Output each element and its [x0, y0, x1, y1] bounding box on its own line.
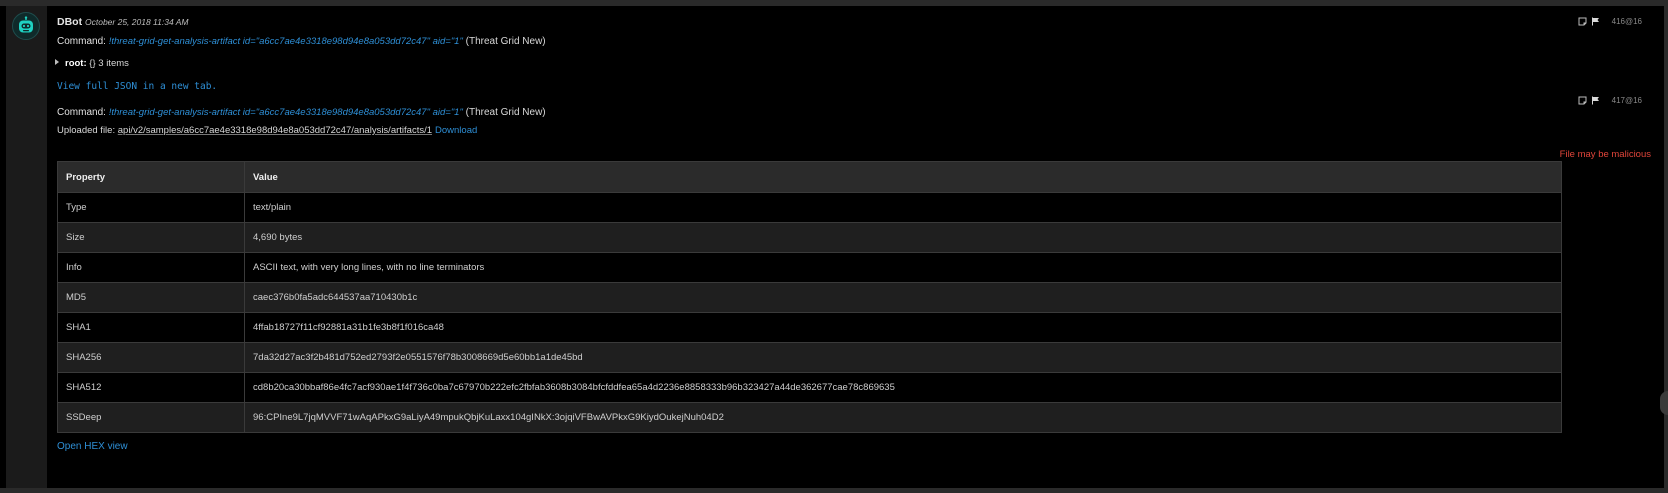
war-room-entry: DBot October 25, 2018 11:34 AM 416@16 Co…	[47, 6, 1664, 488]
column-header-property: Property	[57, 161, 245, 193]
json-root-summary: {} 3 items	[89, 58, 129, 69]
flag-icon[interactable]	[1591, 17, 1600, 26]
table-row: SHA512 cd8b20ca30bbaf86e4fc7acf930ae1f4f…	[57, 372, 1562, 403]
command-label: Command:	[57, 36, 106, 47]
command-text[interactable]: !threat-grid-get-analysis-artifact id="a…	[109, 107, 463, 118]
view-full-json-link[interactable]: View full JSON in a new tab.	[57, 81, 217, 92]
dbot-avatar	[12, 12, 40, 40]
table-row: Type text/plain	[57, 192, 1562, 223]
table-row: SHA1 4ffab18727f11cf92881a31b1fe3b8f1f01…	[57, 312, 1562, 343]
malicious-warning: File may be malicious	[1559, 149, 1651, 160]
uploaded-file-path[interactable]: api/v2/samples/a6cc7ae4e3318e98d94e8a053…	[118, 125, 432, 136]
value-cell: caec376b0fa5adc644537aa710430b1c	[244, 282, 1562, 313]
window-bottom-bar	[0, 488, 1668, 493]
uploaded-file-label: Uploaded file:	[57, 125, 116, 136]
table-row: MD5 caec376b0fa5adc644537aa710430b1c	[57, 282, 1562, 313]
entry-timestamp: October 25, 2018 11:34 AM	[85, 17, 189, 27]
property-cell: Type	[57, 192, 245, 223]
open-hex-view-link[interactable]: Open HEX view	[57, 441, 128, 452]
window-right-edge	[1664, 0, 1668, 493]
note-icon[interactable]	[1578, 96, 1587, 105]
table-row: SSDeep 96:CPIne9L7jqMVVF71wAqAPkxG9aLiyA…	[57, 402, 1562, 433]
entry-id: 417@16	[1611, 96, 1642, 105]
json-tree-root[interactable]: root: {} 3 items	[55, 58, 129, 69]
bot-name: DBot	[57, 16, 83, 28]
entry-tools-2: 417@16	[1578, 96, 1642, 105]
command-label: Command:	[57, 107, 106, 118]
property-cell: Size	[57, 222, 245, 253]
uploaded-file-row: Uploaded file: api/v2/samples/a6cc7ae4e3…	[57, 125, 477, 136]
download-link[interactable]: Download	[435, 125, 477, 136]
entry-id: 416@16	[1611, 17, 1642, 26]
file-properties-table: Property Value Type text/plain Size 4,69…	[57, 161, 1562, 433]
command-text[interactable]: !threat-grid-get-analysis-artifact id="a…	[109, 36, 463, 47]
table-row: Size 4,690 bytes	[57, 222, 1562, 253]
entry-tools-1: 416@16	[1578, 17, 1642, 26]
property-cell: SHA256	[57, 342, 245, 373]
flag-icon[interactable]	[1591, 96, 1600, 105]
value-cell: cd8b20ca30bbaf86e4fc7acf930ae1f4f736c0ba…	[244, 372, 1562, 403]
scroll-handle[interactable]	[1660, 391, 1668, 415]
value-cell: ASCII text, with very long lines, with n…	[244, 252, 1562, 283]
table-header-row: Property Value	[57, 161, 1562, 193]
caret-right-icon[interactable]	[55, 59, 59, 65]
value-cell: text/plain	[244, 192, 1562, 223]
value-cell: 96:CPIne9L7jqMVVF71wAqAPkxG9aLiyA49mpukQ…	[244, 402, 1562, 433]
command-line-2: Command: !threat-grid-get-analysis-artif…	[57, 107, 546, 118]
command-line-1: Command: !threat-grid-get-analysis-artif…	[57, 36, 546, 47]
value-cell: 4,690 bytes	[244, 222, 1562, 253]
note-icon[interactable]	[1578, 17, 1587, 26]
avatar-gutter	[6, 6, 47, 488]
integration-name: (Threat Grid New)	[465, 36, 546, 47]
column-header-value: Value	[244, 161, 1562, 193]
value-cell: 7da32d27ac3f2b481d752ed2793f2e0551576f78…	[244, 342, 1562, 373]
table-row: SHA256 7da32d27ac3f2b481d752ed2793f2e055…	[57, 342, 1562, 373]
table-row: Info ASCII text, with very long lines, w…	[57, 252, 1562, 283]
json-root-key: root:	[65, 58, 87, 69]
property-cell: SSDeep	[57, 402, 245, 433]
integration-name: (Threat Grid New)	[465, 107, 546, 118]
property-cell: MD5	[57, 282, 245, 313]
robot-avatar-icon	[19, 16, 33, 33]
property-cell: SHA1	[57, 312, 245, 343]
property-cell: Info	[57, 252, 245, 283]
value-cell: 4ffab18727f11cf92881a31b1fe3b8f1f016ca48	[244, 312, 1562, 343]
property-cell: SHA512	[57, 372, 245, 403]
